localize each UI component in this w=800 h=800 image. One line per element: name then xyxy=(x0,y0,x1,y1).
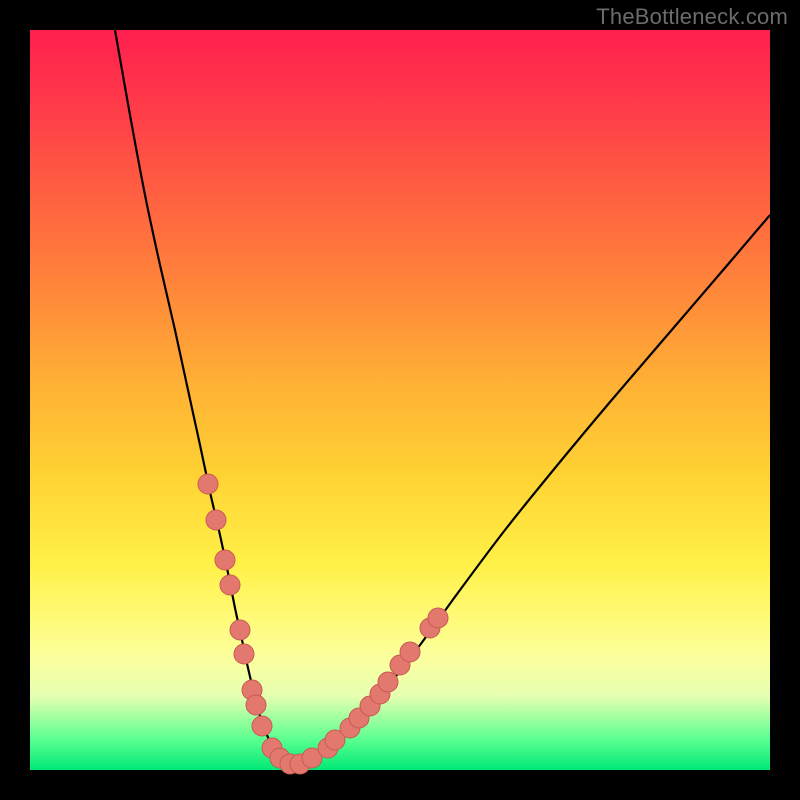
marker-point xyxy=(220,575,240,595)
marker-point xyxy=(378,672,398,692)
marker-point xyxy=(252,716,272,736)
marker-point xyxy=(234,644,254,664)
chart-frame: TheBottleneck.com xyxy=(0,0,800,800)
plot-area xyxy=(30,30,770,770)
marker-point xyxy=(428,608,448,628)
marker-point xyxy=(246,695,266,715)
watermark-text: TheBottleneck.com xyxy=(596,4,788,30)
bottleneck-curve xyxy=(115,30,770,765)
marker-point xyxy=(215,550,235,570)
highlight-markers xyxy=(198,474,448,774)
marker-point xyxy=(206,510,226,530)
marker-point xyxy=(230,620,250,640)
marker-point xyxy=(400,642,420,662)
curve-svg xyxy=(30,30,770,770)
marker-point xyxy=(198,474,218,494)
